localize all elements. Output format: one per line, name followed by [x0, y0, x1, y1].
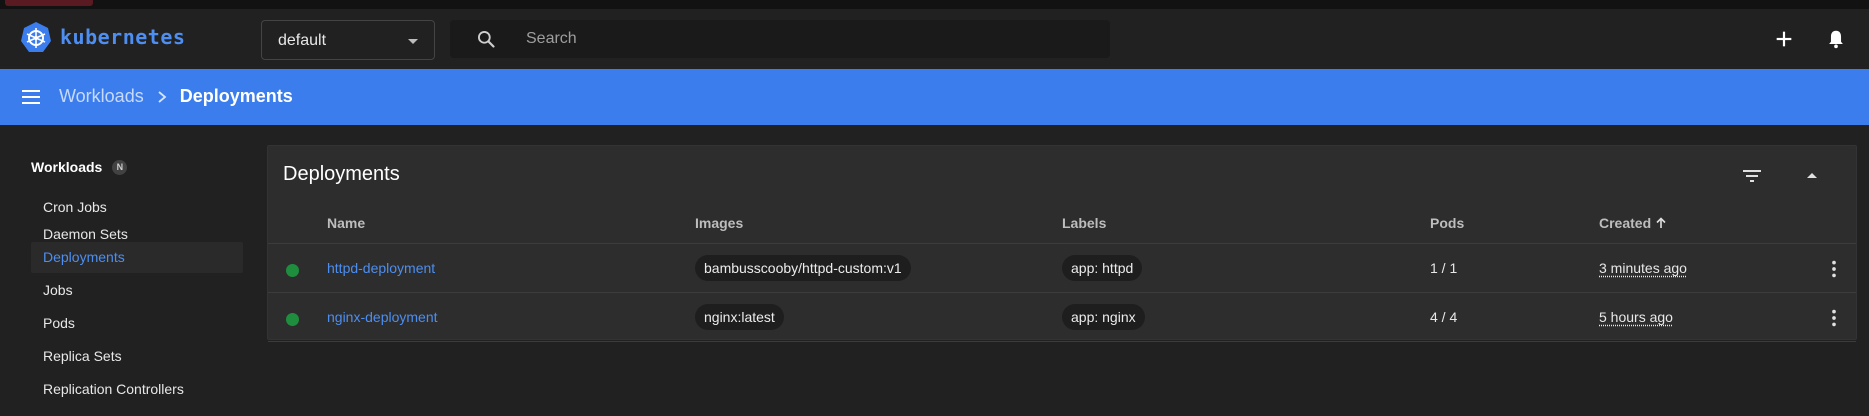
deployment-name-link[interactable]: nginx-deployment — [327, 309, 438, 325]
search-input[interactable] — [526, 20, 1086, 58]
breadcrumb-current: Deployments — [179, 86, 293, 106]
column-header-labels: Labels — [1062, 215, 1107, 231]
column-header-pods: Pods — [1430, 215, 1465, 231]
row-actions-button[interactable] — [1822, 306, 1846, 330]
table-header: Name Images Labels Pods Created — [268, 202, 1856, 244]
logo[interactable]: kubernetes — [20, 21, 185, 53]
sidebar-item-replication-controllers[interactable]: Replication Controllers — [31, 374, 243, 405]
row-actions-button[interactable] — [1822, 257, 1846, 281]
breadcrumb-workloads[interactable]: Workloads — [59, 86, 144, 107]
column-header-created[interactable]: Created — [1599, 215, 1667, 231]
namespace-select[interactable]: default — [261, 20, 435, 60]
sidebar-item-pods[interactable]: Pods — [31, 308, 243, 339]
arrow-up-icon — [1656, 217, 1666, 228]
card-title: Deployments — [283, 163, 400, 185]
bell-icon — [1829, 30, 1843, 49]
search-icon — [478, 31, 495, 48]
namespaced-badge: N — [112, 159, 128, 175]
page-toolbar: Workloads Deployments — [0, 69, 1869, 125]
table-row: httpd-deployment bambusscooby/httpd-cust… — [268, 244, 1856, 293]
browser-tab-accent — [5, 0, 93, 6]
sidebar-section-title: Workloads — [31, 159, 103, 175]
breadcrumb: Workloads Deployments — [59, 86, 293, 107]
table-row: nginx-deployment nginx:latest app: nginx… — [268, 293, 1856, 342]
kubernetes-logo-icon — [21, 22, 51, 52]
sidebar-item-deployments[interactable]: Deployments — [31, 242, 243, 273]
filter-icon[interactable] — [1740, 164, 1764, 188]
dropdown-caret-icon — [408, 39, 418, 44]
label-chip: app: nginx — [1062, 304, 1145, 330]
add-icon — [1776, 31, 1792, 47]
sidebar: Workloads N Cron Jobs Daemon Sets Deploy… — [0, 125, 250, 416]
collapse-icon[interactable] — [1800, 164, 1824, 188]
image-chip: nginx:latest — [695, 304, 784, 330]
created-time: 3 minutes ago — [1599, 260, 1687, 276]
deployments-card: Deployments Name Images Labels Pods Crea… — [267, 145, 1857, 342]
namespace-value: default — [278, 32, 327, 49]
more-vert-icon — [1832, 260, 1836, 278]
column-header-name[interactable]: Name — [327, 215, 365, 231]
status-ok-icon — [286, 264, 299, 277]
top-strip — [0, 0, 1869, 9]
sidebar-section-workloads[interactable]: Workloads N — [31, 159, 128, 175]
label-chip: app: httpd — [1062, 255, 1143, 281]
column-header-created-label: Created — [1599, 215, 1652, 231]
column-header-images: Images — [695, 215, 744, 231]
pods-count: 1 / 1 — [1430, 260, 1458, 276]
app-name: kubernetes — [60, 25, 186, 49]
menu-icon[interactable] — [20, 87, 42, 107]
add-button[interactable] — [1771, 26, 1797, 52]
pods-count: 4 / 4 — [1430, 309, 1458, 325]
status-ok-icon — [286, 313, 299, 326]
chevron-right-icon — [158, 90, 167, 103]
more-vert-icon — [1832, 309, 1836, 327]
created-time: 5 hours ago — [1599, 309, 1673, 325]
image-chip: bambusscooby/httpd-custom:v1 — [695, 255, 911, 281]
app-header: kubernetes default — [0, 9, 1869, 69]
deployment-name-link[interactable]: httpd-deployment — [327, 260, 435, 276]
sidebar-item-jobs[interactable]: Jobs — [31, 275, 243, 306]
search-bar[interactable] — [450, 20, 1110, 58]
sidebar-item-replica-sets[interactable]: Replica Sets — [31, 341, 243, 372]
notifications-button[interactable] — [1823, 26, 1849, 52]
